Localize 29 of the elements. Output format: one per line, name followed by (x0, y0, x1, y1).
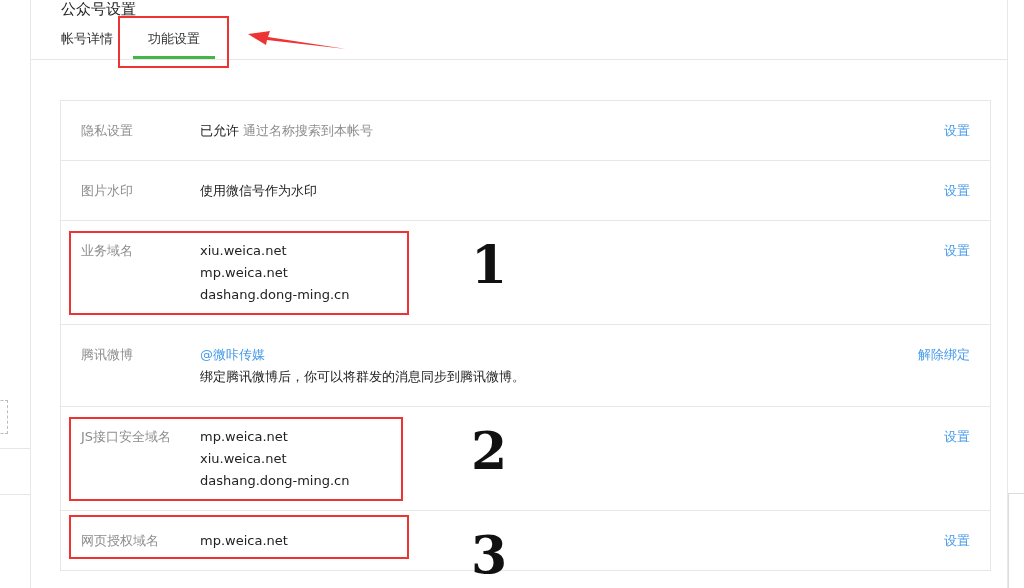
action-link[interactable]: 解除绑定 (918, 347, 970, 362)
setting-value: 使用微信号作为水印 (200, 182, 317, 200)
action-link[interactable]: 设置 (944, 533, 970, 548)
setting-label: 腾讯微博 (81, 347, 133, 362)
setting-value: dashang.dong-ming.cn (200, 472, 350, 490)
action-link[interactable]: 设置 (944, 243, 970, 258)
setting-value: mp.weica.net (200, 428, 288, 446)
setting-value: 已允许 通过名称搜索到本帐号 (200, 122, 374, 140)
setting-value: dashang.dong-ming.cn (200, 286, 350, 304)
setting-label: 图片水印 (81, 183, 133, 198)
setting-value: mp.weica.net (200, 264, 288, 282)
account-link[interactable]: @微咔传媒 (200, 344, 265, 366)
handwritten-number: 1 (471, 235, 508, 295)
handwritten-number: 2 (471, 421, 508, 481)
action-link[interactable]: 设置 (944, 183, 970, 198)
action-link[interactable]: 设置 (944, 429, 970, 444)
setting-value: mp.weica.net (200, 532, 288, 550)
page-title: 公众号设置 (61, 0, 136, 20)
setting-label: 隐私设置 (81, 123, 133, 138)
tab[interactable]: 帐号详情 (61, 29, 113, 56)
action-link[interactable]: 设置 (944, 123, 970, 138)
handwritten-number: 3 (471, 525, 508, 585)
setting-label: 网页授权域名 (81, 533, 159, 548)
description: 绑定腾讯微博后，你可以将群发的消息同步到腾讯微博。 (200, 368, 525, 386)
tab[interactable]: 功能设置 (133, 29, 215, 59)
setting-value: xiu.weica.net (200, 242, 287, 260)
setting-label: 业务域名 (81, 243, 133, 258)
setting-label: JS接口安全域名 (81, 429, 172, 444)
setting-value: xiu.weica.net (200, 450, 287, 468)
